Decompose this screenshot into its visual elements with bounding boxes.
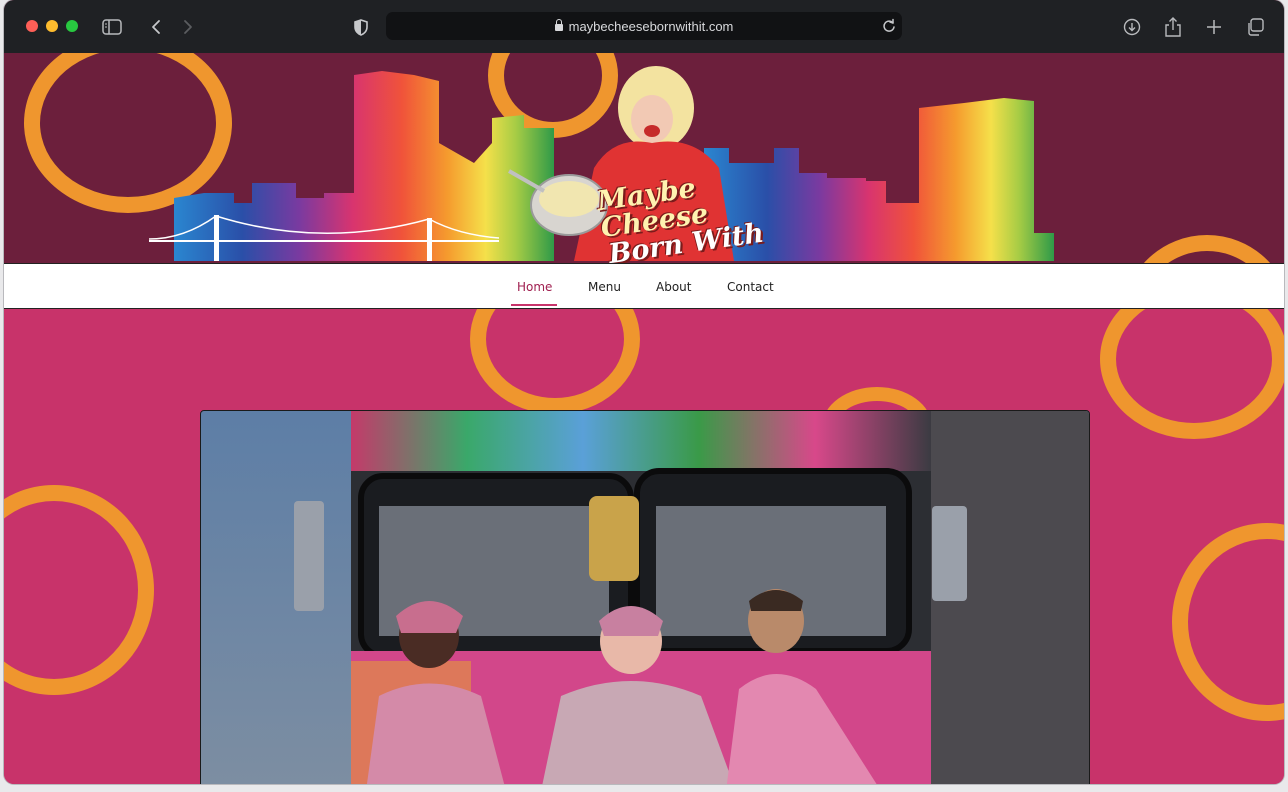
decorative-ring xyxy=(1172,523,1284,721)
url-text: maybecheesebornwithit.com xyxy=(568,19,734,34)
nav-home[interactable]: Home xyxy=(517,280,552,294)
decorative-ring xyxy=(470,309,640,414)
decorative-ring xyxy=(1100,309,1284,439)
close-window-button[interactable] xyxy=(26,20,38,32)
nav-contact[interactable]: Contact xyxy=(727,280,774,294)
zoom-window-button[interactable] xyxy=(66,20,78,32)
browser-window: maybecheesebornwithit.com Maybe Cheese B… xyxy=(4,0,1284,784)
minimize-window-button[interactable] xyxy=(46,20,58,32)
shield-icon[interactable] xyxy=(348,14,374,40)
reload-icon[interactable] xyxy=(882,18,896,39)
active-nav-indicator xyxy=(511,304,557,306)
food-truck-image xyxy=(201,411,1089,784)
lock-icon xyxy=(554,19,563,31)
sidebar-icon[interactable] xyxy=(99,14,125,40)
header-banner: Maybe Cheese Born With it! xyxy=(4,53,1284,263)
tabs-overview-icon[interactable] xyxy=(1242,14,1268,40)
hero-photo xyxy=(200,410,1090,784)
browser-toolbar: maybecheesebornwithit.com xyxy=(4,0,1284,53)
nav-menu[interactable]: Menu xyxy=(588,280,621,294)
nav-about[interactable]: About xyxy=(656,280,691,294)
back-icon[interactable] xyxy=(143,14,169,40)
new-tab-icon[interactable] xyxy=(1201,14,1227,40)
address-bar[interactable]: maybecheesebornwithit.com xyxy=(386,12,902,40)
share-icon[interactable] xyxy=(1160,14,1186,40)
main-content xyxy=(4,309,1284,784)
forward-icon[interactable] xyxy=(175,14,201,40)
main-nav: Home Menu About Contact xyxy=(4,263,1284,309)
download-icon[interactable] xyxy=(1119,14,1145,40)
decorative-ring xyxy=(4,485,154,695)
